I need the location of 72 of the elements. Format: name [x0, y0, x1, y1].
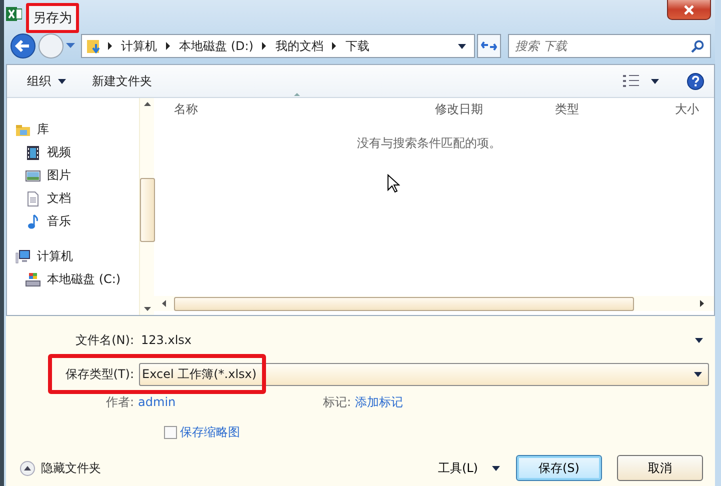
empty-message: 没有与搜索条件匹配的项。: [357, 136, 501, 150]
drive-icon: [25, 272, 41, 288]
column-header[interactable]: 修改日期: [435, 100, 555, 118]
refresh-button[interactable]: [477, 34, 501, 58]
down-arrow-icon[interactable]: [144, 307, 150, 311]
search-icon: [691, 40, 704, 53]
tools-button[interactable]: 工具(L): [434, 458, 482, 478]
caret-icon[interactable]: [458, 44, 466, 48]
up-arrow-icon[interactable]: [144, 102, 150, 106]
film-icon: [25, 144, 41, 160]
horizontal-scrollbar[interactable]: [154, 296, 714, 311]
column-header[interactable]: 类型: [555, 100, 675, 118]
computer-icon: [15, 248, 31, 264]
refresh-icon: [481, 39, 497, 53]
caret-icon[interactable]: [492, 466, 500, 470]
meta-label: 标记:: [323, 394, 352, 408]
caret-icon: [694, 372, 702, 376]
breadcrumb-item[interactable]: 计算机: [121, 38, 157, 54]
scroll-thumb[interactable]: [140, 178, 154, 242]
checkbox[interactable]: [164, 426, 177, 439]
cancel-button[interactable]: 取消: [617, 455, 703, 481]
window-title: 另存为: [26, 3, 79, 33]
file-type-dropdown[interactable]: Excel 工作簿(*.xlsx): [139, 362, 709, 386]
breadcrumb-item[interactable]: 下载: [345, 38, 370, 54]
meta-link[interactable]: admin: [138, 394, 176, 408]
music-note-icon: [25, 214, 41, 230]
folder-icon: [86, 38, 102, 54]
collapse-icon[interactable]: [20, 460, 35, 476]
back-icon[interactable]: [10, 33, 36, 59]
save-button[interactable]: 保存(S): [516, 455, 602, 481]
chevron-icon[interactable]: [166, 42, 170, 50]
view-icon[interactable]: [623, 75, 639, 87]
search-field[interactable]: 搜索 下载: [508, 34, 711, 58]
close-button[interactable]: [667, 0, 711, 20]
file-name-field[interactable]: 123.xlsx: [139, 330, 709, 350]
breadcrumb-item[interactable]: 我的文档: [275, 38, 324, 54]
right-arrow-icon[interactable]: [700, 300, 704, 307]
scroll-thumb[interactable]: [174, 296, 634, 310]
excel-icon: [6, 6, 22, 22]
field-label: 文件名(N):: [74, 332, 135, 348]
checkbox-label[interactable]: 保存缩略图: [180, 424, 240, 441]
sidebar-item[interactable]: 图片: [47, 167, 71, 184]
close-icon: [683, 4, 695, 14]
breadcrumb-item[interactable]: 本地磁盘 (D:): [179, 38, 254, 54]
chevron-icon[interactable]: [262, 42, 266, 50]
caret-icon: [58, 78, 66, 84]
meta-label: 作者:: [106, 394, 134, 408]
mouse-cursor-icon: [387, 174, 400, 193]
sidebar-item[interactable]: 文档: [47, 190, 71, 207]
vertical-scrollbar[interactable]: [139, 98, 154, 315]
sort-arrow-icon: [294, 92, 300, 96]
left-arrow-icon[interactable]: [162, 300, 166, 307]
meta-link[interactable]: 添加标记: [355, 394, 404, 408]
field-label: 保存类型(T):: [64, 366, 135, 382]
chevron-icon[interactable]: [332, 42, 336, 50]
caret-icon[interactable]: [651, 78, 659, 84]
address-bar[interactable]: 计算机 本地磁盘 (D:) 我的文档 下载: [81, 34, 475, 58]
sidebar-item[interactable]: 库: [37, 121, 49, 138]
column-header[interactable]: 大小: [675, 100, 699, 118]
sidebar-item[interactable]: 本地磁盘 (C:): [47, 271, 121, 288]
toolbar-button[interactable]: 新建文件夹: [86, 70, 158, 92]
sidebar-item[interactable]: 视频: [47, 144, 71, 161]
help-icon[interactable]: [687, 72, 704, 90]
hide-folders-link[interactable]: 隐藏文件夹: [41, 460, 101, 476]
document-icon: [25, 190, 41, 206]
sidebar-item[interactable]: 音乐: [47, 213, 71, 230]
organize-menu-button[interactable]: 组织: [21, 70, 72, 92]
chevron-icon[interactable]: [108, 42, 112, 50]
column-header[interactable]: 名称: [174, 100, 435, 118]
caret-icon: [695, 338, 703, 342]
picture-icon: [25, 168, 41, 184]
sidebar-item[interactable]: 计算机: [37, 248, 73, 265]
